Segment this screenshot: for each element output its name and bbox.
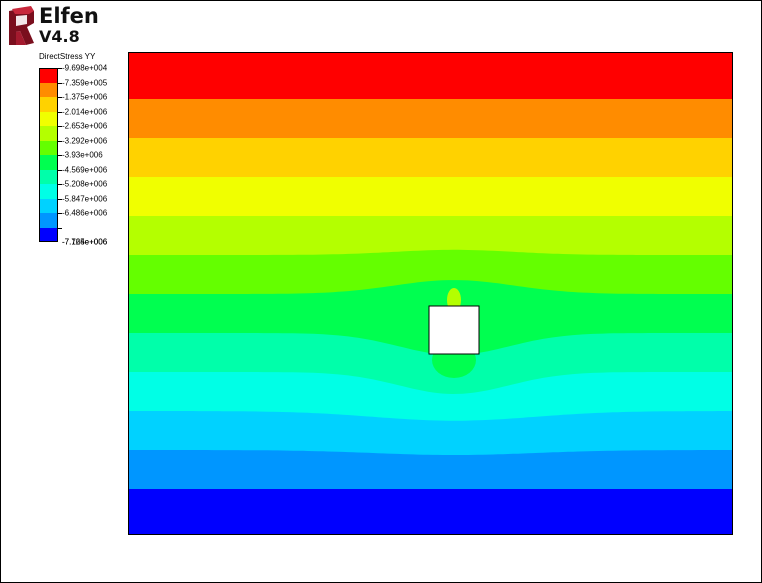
legend-label: -2.014e+006 — [62, 107, 108, 116]
legend-row: -6.486e+006 — [39, 209, 139, 228]
legend-swatch — [39, 213, 58, 228]
legend-swatch — [39, 198, 58, 213]
elfen-logo: Elfen V4.8 — [7, 5, 127, 49]
app-name: Elfen — [39, 4, 99, 28]
stress-contour-plot[interactable] — [128, 52, 733, 535]
legend-swatch — [39, 111, 58, 126]
legend-label: -9.698e+004 — [62, 63, 108, 73]
legend-swatch — [39, 184, 58, 199]
legend-row: -7.125e+006 -7.764e+006 — [39, 227, 139, 247]
contour-band — [128, 52, 733, 99]
legend-swatch — [39, 169, 58, 184]
legend-swatch — [39, 155, 58, 170]
elfen-logo-icon — [9, 6, 34, 45]
legend-label: -4.569e+006 — [62, 165, 108, 174]
legend-label: -7.764e+006 — [62, 237, 108, 247]
legend-label: -1.375e+006 — [62, 92, 108, 102]
legend-swatch — [39, 97, 58, 112]
opening-hole — [428, 305, 480, 355]
viewport-frame: Elfen V4.8 DirectStress YY -9.698e+004 -7… — [0, 0, 762, 583]
legend-label: -5.208e+006 — [62, 179, 108, 189]
legend-swatch — [39, 140, 58, 155]
app-version: V4.8 — [39, 27, 80, 46]
legend-swatch — [39, 126, 58, 141]
legend-label: -2.653e+006 — [62, 121, 108, 131]
color-legend: -9.698e+004 -7.359e+005 -1.375e+006 -2.014e… — [39, 64, 139, 247]
legend-swatch — [39, 227, 58, 242]
legend-swatch — [39, 68, 58, 83]
legend-title: DirectStress YY — [39, 52, 96, 61]
legend-label: -7.359e+005 — [62, 78, 108, 87]
legend-label: -3.292e+006 — [62, 136, 108, 145]
legend-label: -6.486e+006 — [62, 208, 108, 218]
legend-tick — [58, 227, 62, 229]
legend-swatch — [39, 82, 58, 97]
legend-label: -5.847e+006 — [62, 194, 108, 203]
legend-label: -3.93e+006 — [62, 150, 103, 160]
